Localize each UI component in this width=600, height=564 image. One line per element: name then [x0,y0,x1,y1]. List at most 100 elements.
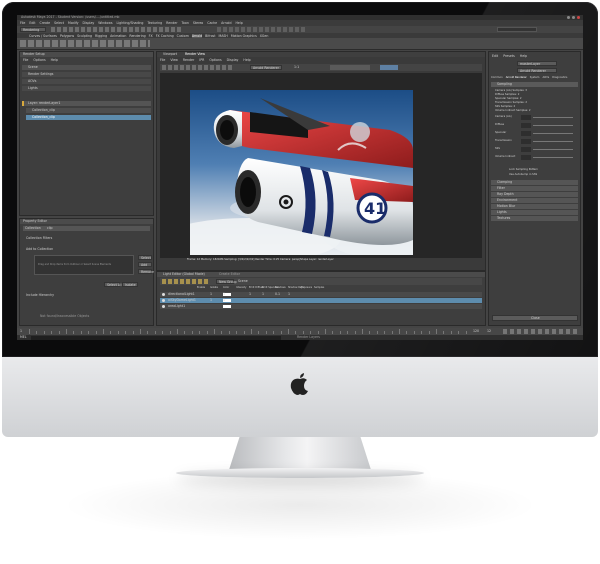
render-layer-dropdown[interactable]: masterLayer [517,61,557,66]
rv-menu-display[interactable]: Display [227,58,239,62]
menu-item-cache[interactable]: Cache [207,21,217,25]
param-field[interactable] [521,139,531,144]
minimize-icon[interactable] [567,16,570,19]
light-create-icons[interactable] [162,279,210,284]
light-column-header[interactable]: Enable [197,286,205,289]
menu-item-create[interactable]: Create [40,21,51,25]
render-settings-row[interactable]: Render Settings [22,72,151,77]
collection-name-field[interactable]: Collection clip [23,226,150,231]
param-slider[interactable] [533,149,573,150]
status-line-tools[interactable] [51,27,181,32]
collection-row[interactable]: Collection_clip [26,108,151,113]
maximize-icon[interactable] [572,16,575,19]
tab-create-editor[interactable]: Create Editor [219,272,240,276]
sampling-section[interactable]: Sampling [491,82,578,87]
rs-section-header[interactable]: Ray Depth [491,192,578,197]
param-slider[interactable] [533,157,573,158]
param-field[interactable] [521,155,531,160]
menu-item-render[interactable]: Render [166,21,177,25]
param-field[interactable] [521,115,531,120]
isolate-button[interactable]: Isolate [122,282,138,287]
param-slider[interactable] [533,133,573,134]
rs-menu-edit[interactable]: Edit [492,54,498,58]
menu-item-texturing[interactable]: Texturing [147,21,162,25]
menu-item-file[interactable]: File [20,21,25,25]
menu-item-help[interactable]: Help [235,21,242,25]
param-field[interactable] [521,123,531,128]
light-value[interactable]: 0.1 [275,292,280,296]
lights-row[interactable]: Lights [22,86,151,91]
param-field[interactable] [521,131,531,136]
param-field[interactable] [521,147,531,152]
aovs-row[interactable]: AOVs [22,79,151,84]
light-column-header[interactable]: Exposure [301,286,312,289]
light-column-header[interactable]: Shadows [275,286,286,289]
render-using-dropdown[interactable]: Arnold Renderer [517,68,557,73]
menu-options[interactable]: Options [33,58,45,62]
rs-tab[interactable]: Arnold Renderer [506,76,527,79]
renderer-dropdown[interactable]: Arnold Renderer [250,65,282,70]
time-slider[interactable]: 1 120 12 [17,328,583,335]
light-column-header[interactable]: Color [223,286,229,289]
rs-section-header[interactable]: Textures [491,216,578,221]
rv-menu-help[interactable]: Help [243,58,250,62]
render-view-icons[interactable] [162,65,232,70]
render-tools[interactable] [217,27,307,32]
tab-viewport[interactable]: Viewport [163,52,177,56]
light-value[interactable]: 1 [223,292,225,296]
light-row[interactable]: aiSkyDomeLight1 1 1 [160,298,482,303]
close-button[interactable]: Close [492,315,578,321]
light-row[interactable]: areaLight1 [160,304,482,309]
rv-menu-ipr[interactable]: IPR [199,58,204,62]
param-slider[interactable] [533,141,573,142]
menu-item-windows[interactable]: Windows [98,21,112,25]
menu-item-display[interactable]: Display [83,21,95,25]
close-icon[interactable] [577,16,580,19]
new-group-button[interactable]: New Group [216,279,237,284]
tab-render-view[interactable]: Render View [185,52,205,56]
snapshot-button[interactable] [380,65,398,70]
rs-section-header[interactable]: Filter [491,186,578,191]
menu-item-lightingshading[interactable]: Lighting/Shading [117,21,144,25]
menu-item-stereo[interactable]: Stereo [193,21,203,25]
rs-section-header[interactable]: Environment [491,198,578,203]
menu-item-toon[interactable]: Toon [182,21,189,25]
rs-menu-presets[interactable]: Presets [503,54,515,58]
add-button[interactable]: Add [138,262,152,267]
menu-help[interactable]: Help [51,58,58,62]
exposure-slider[interactable] [330,65,370,70]
rs-tab[interactable]: AOVs [542,76,549,79]
param-slider[interactable] [533,125,573,126]
light-value[interactable]: 1 [288,292,290,296]
menu-item-arnold[interactable]: Arnold [221,21,231,25]
rv-menu-view[interactable]: View [170,58,178,62]
rs-menu-help[interactable]: Help [520,54,527,58]
search-input[interactable] [497,27,537,32]
param-slider[interactable] [533,117,573,118]
menu-file[interactable]: File [23,58,28,62]
workspace-dropdown[interactable]: Rendering [20,27,46,32]
command-input[interactable] [31,335,281,340]
light-value[interactable]: 1 [223,298,225,302]
sampling-checkbox[interactable]: Use Autobump in SSS [509,173,538,178]
rv-menu-render[interactable]: Render [183,58,194,62]
rs-section-header[interactable]: Lights [491,210,578,215]
light-value[interactable]: 1 [262,292,264,296]
rv-menu-file[interactable]: File [160,58,165,62]
rs-tab[interactable]: Common [491,76,503,79]
rv-menu-options[interactable]: Options [209,58,221,62]
light-row[interactable]: directionalLight1 1 1 1 1 0.1 1 [160,292,482,297]
menu-item-edit[interactable]: Edit [29,21,35,25]
light-column-header[interactable]: Intensity [236,286,246,289]
rs-tab[interactable]: System [530,76,540,79]
collection-row-selected[interactable]: Collection_clip [26,115,151,120]
rs-tab[interactable]: Diagnostics [552,76,567,79]
light-value[interactable]: 1 [249,292,251,296]
render-layer-row[interactable]: Layer: renderLayer1 [22,101,151,106]
shelf-icons[interactable] [20,40,150,47]
menu-item-select[interactable]: Select [54,21,64,25]
remove-button[interactable]: Remove [138,269,154,274]
scene-row[interactable]: Scene [22,65,151,70]
menu-item-modify[interactable]: Modify [68,21,79,25]
drop-zone[interactable]: Drag and Drop items from Outliner or Sel… [34,255,134,275]
